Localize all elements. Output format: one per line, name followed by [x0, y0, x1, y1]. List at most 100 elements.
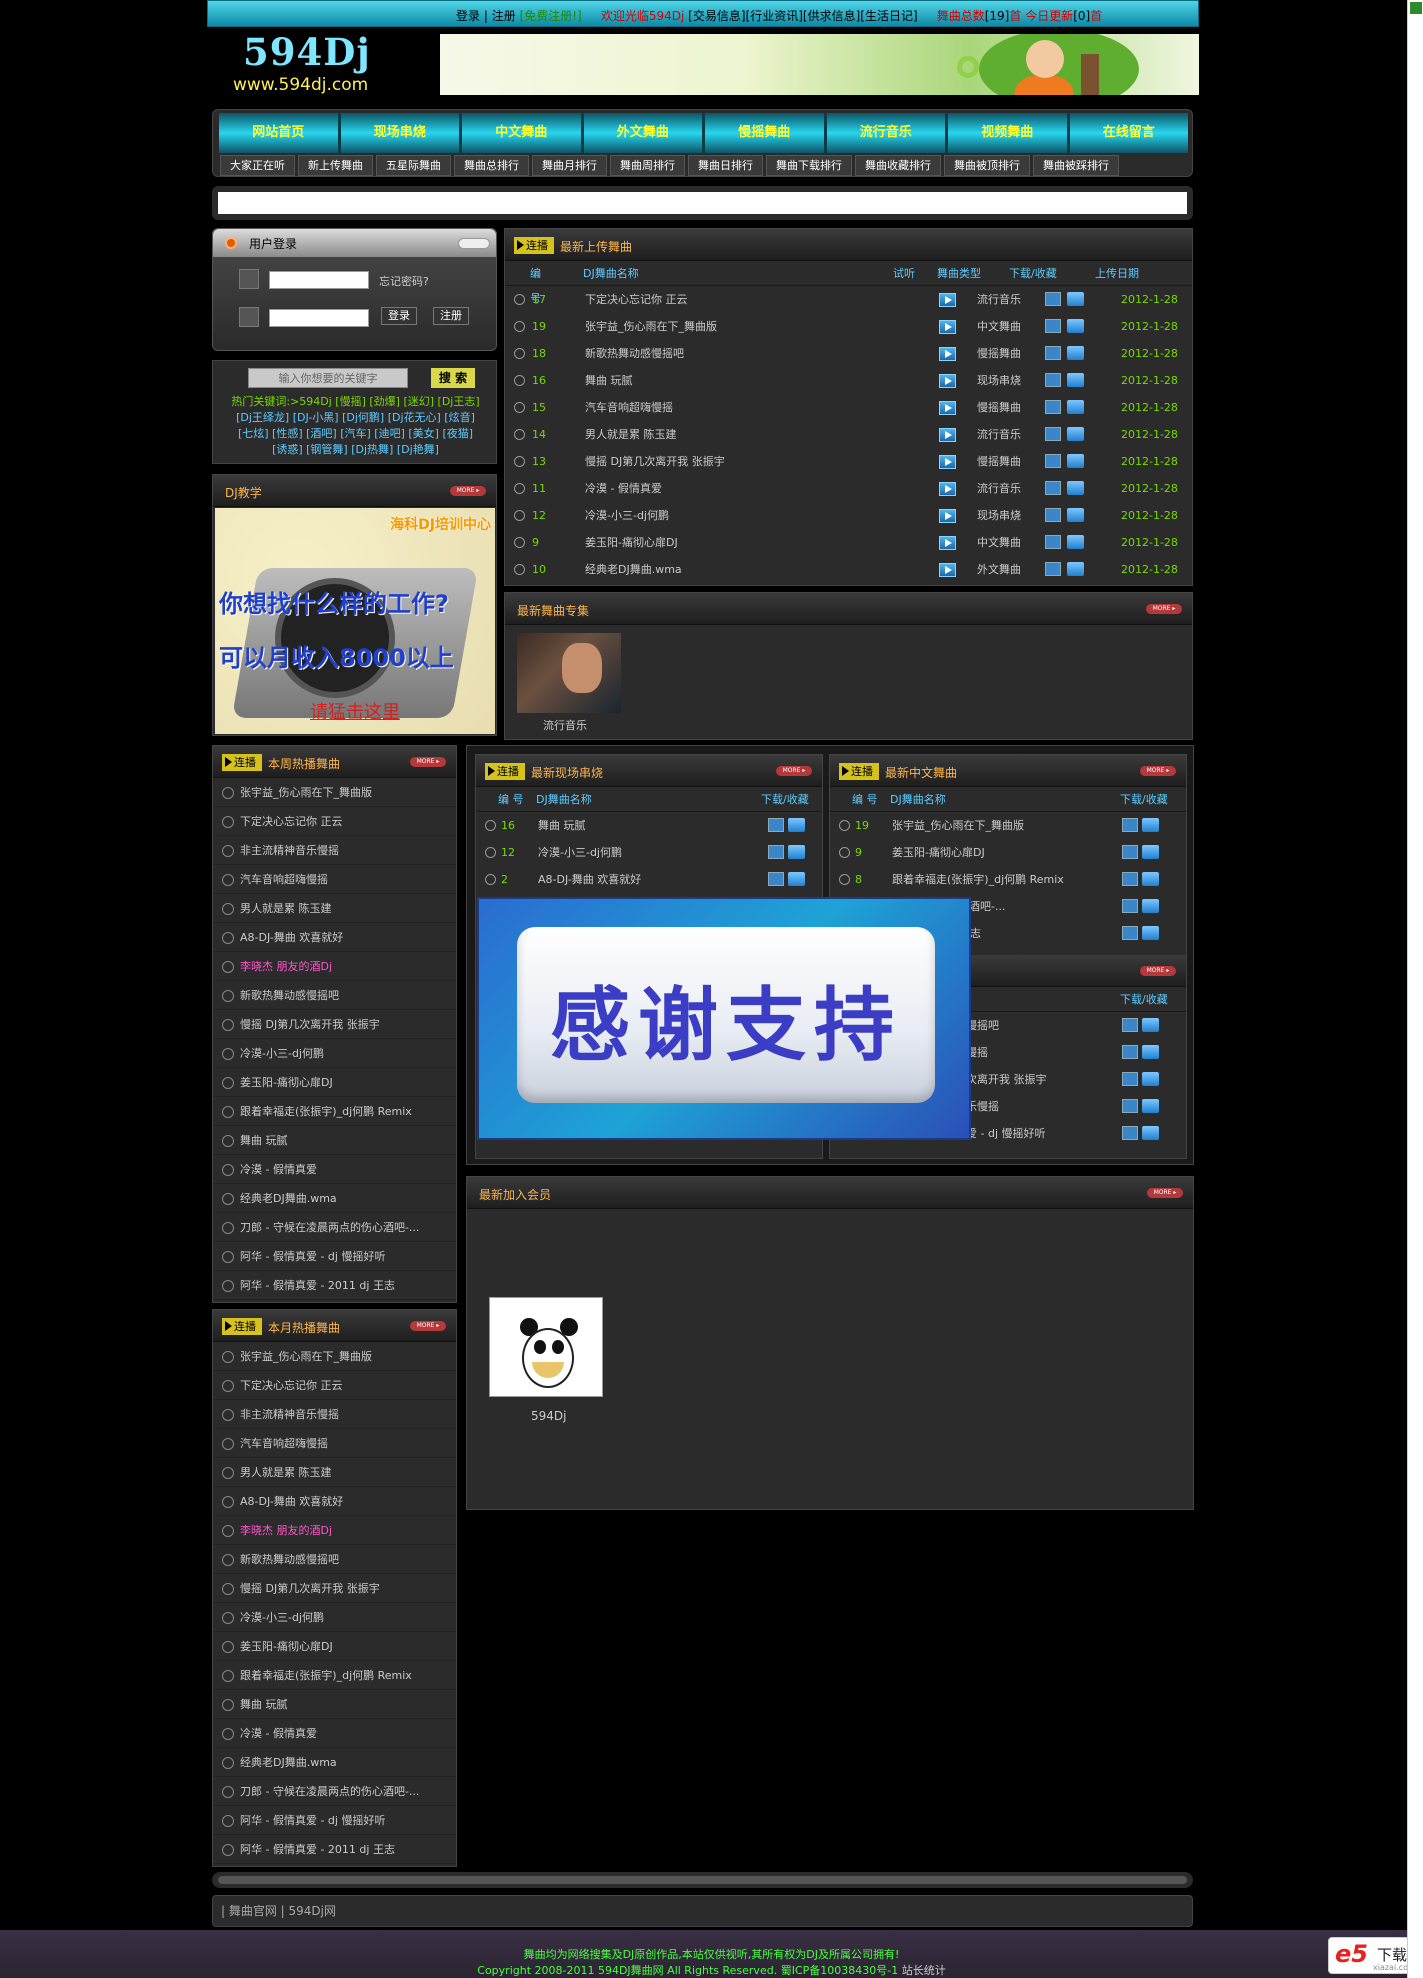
favorite-folder-icon[interactable]	[788, 845, 805, 859]
song-name[interactable]: 冷漠 - 假情真爱	[585, 475, 662, 502]
play-icon[interactable]	[939, 293, 956, 307]
subnav-item[interactable]: 舞曲被踩排行	[1033, 155, 1119, 176]
nav-item[interactable]: 中文舞曲	[462, 113, 584, 153]
download-icon[interactable]	[1122, 1099, 1138, 1113]
site-logo[interactable]: 594Dj www.594dj.com	[229, 30, 419, 100]
subnav-item[interactable]: 舞曲周排行	[610, 155, 685, 176]
training-ad[interactable]: 海科DJ培训中心 你想找什么样的工作? 可以月收入8000以上 请猛击这里	[215, 508, 495, 734]
favorite-folder-icon[interactable]	[1142, 872, 1159, 886]
download-icon[interactable]	[1045, 400, 1061, 414]
list-item[interactable]: 刀郎 - 守候在凌晨两点的伤心酒吧-...	[213, 1777, 456, 1806]
list-item[interactable]: 阿华 - 假情真爱 - dj 慢摇好听	[213, 1806, 456, 1835]
more-button[interactable]: MORE ▸	[1140, 766, 1176, 776]
play-all-button[interactable]: 连播	[222, 1318, 262, 1335]
subnav-item[interactable]: 舞曲日排行	[688, 155, 763, 176]
top-link-news[interactable]: [行业资讯]	[746, 9, 803, 23]
favorite-folder-icon[interactable]	[1142, 818, 1159, 832]
free-register-link[interactable]: [免费注册!]	[520, 9, 582, 23]
download-icon[interactable]	[1045, 535, 1061, 549]
song-name[interactable]: 爱 - dj 慢摇好听	[966, 1120, 1046, 1147]
list-item[interactable]: 汽车音响超嗨慢摇	[213, 865, 456, 894]
list-item[interactable]: 跟着幸福走(张振宇)_dj何鹏 Remix	[213, 1661, 456, 1690]
favorite-folder-icon[interactable]	[1142, 1045, 1159, 1059]
list-item[interactable]: 姜玉阳-痛彻心扉DJ	[213, 1068, 456, 1097]
favorite-folder-icon[interactable]	[1067, 427, 1084, 441]
subnav-item[interactable]: 舞曲总排行	[454, 155, 529, 176]
subnav-item[interactable]: 舞曲下载排行	[766, 155, 852, 176]
favorite-folder-icon[interactable]	[1067, 562, 1084, 576]
register-link[interactable]: 注册	[492, 9, 516, 23]
subnav-item[interactable]: 舞曲月排行	[532, 155, 607, 176]
list-item[interactable]: 舞曲 玩腻	[213, 1690, 456, 1719]
album-cover[interactable]	[517, 633, 621, 713]
login-link[interactable]: 登录	[456, 9, 480, 23]
friend-links[interactable]: | 舞曲官网 | 594Dj网	[212, 1895, 1193, 1927]
more-button[interactable]: MORE ▸	[1147, 1188, 1183, 1198]
list-item[interactable]: 冷漠-小三-dj何鹏	[213, 1603, 456, 1632]
song-name[interactable]: 冷漠-小三-dj何鹏	[538, 839, 622, 866]
list-item[interactable]: 阿华 - 假情真爱 - 2011 dj 王志	[213, 1835, 456, 1864]
song-name[interactable]: 张宇益_伤心雨在下_舞曲版	[892, 812, 1024, 839]
list-item[interactable]: 阿华 - 假情真爱 - 2011 dj 王志	[213, 1271, 456, 1300]
nav-item[interactable]: 流行音乐	[827, 113, 948, 153]
subnav-item[interactable]: 舞曲被顶排行	[944, 155, 1030, 176]
stats-link[interactable]: 站长统计	[902, 1964, 946, 1977]
favorite-folder-icon[interactable]	[1067, 481, 1084, 495]
favorite-folder-icon[interactable]	[1142, 899, 1159, 913]
download-icon[interactable]	[1045, 481, 1061, 495]
list-item[interactable]: 汽车音响超嗨慢摇	[213, 1429, 456, 1458]
list-item[interactable]: 新歌热舞动感慢摇吧	[213, 1545, 456, 1574]
favorite-folder-icon[interactable]	[1067, 292, 1084, 306]
favorite-folder-icon[interactable]	[1067, 319, 1084, 333]
search-input[interactable]: 输入你想要的关键字	[248, 368, 408, 388]
song-name[interactable]: 姜玉阳-痛彻心扉DJ	[892, 839, 985, 866]
favorite-folder-icon[interactable]	[1142, 1126, 1159, 1140]
favorite-folder-icon[interactable]	[1067, 400, 1084, 414]
favorite-folder-icon[interactable]	[788, 818, 805, 832]
list-item[interactable]: 李晓杰 朋友的酒Dj	[213, 952, 456, 981]
play-icon[interactable]	[939, 320, 956, 334]
play-all-button[interactable]: 连播	[485, 763, 525, 780]
top-link-trade[interactable]: [交易信息]	[688, 9, 745, 23]
nav-item[interactable]: 视频舞曲	[948, 113, 1070, 153]
member-avatar[interactable]	[489, 1297, 603, 1397]
favorite-folder-icon[interactable]	[1067, 346, 1084, 360]
song-name[interactable]: 新歌热舞动感慢摇吧	[585, 340, 684, 367]
download-icon[interactable]	[1122, 1045, 1138, 1059]
download-icon[interactable]	[1045, 373, 1061, 387]
download-icon[interactable]	[1045, 508, 1061, 522]
download-icon[interactable]	[1122, 845, 1138, 859]
page-scrollbar[interactable]	[1407, 0, 1423, 1978]
nav-item[interactable]: 外文舞曲	[584, 113, 705, 153]
password-input[interactable]	[269, 309, 369, 327]
download-icon[interactable]	[1045, 292, 1061, 306]
top-link-diary[interactable]: [生活日记]	[860, 9, 917, 23]
play-icon[interactable]	[939, 563, 956, 577]
download-icon[interactable]	[1045, 454, 1061, 468]
favorite-folder-icon[interactable]	[1142, 1018, 1159, 1032]
list-item[interactable]: 经典老DJ舞曲.wma	[213, 1748, 456, 1777]
list-item[interactable]: 非主流精神音乐慢摇	[213, 836, 456, 865]
song-name[interactable]: 慢摇 DJ第几次离开我 张振宇	[585, 448, 725, 475]
register-button[interactable]: 注册	[433, 307, 469, 325]
list-item[interactable]: 新歌热舞动感慢摇吧	[213, 981, 456, 1010]
subnav-item[interactable]: 新上传舞曲	[298, 155, 373, 176]
play-all-button[interactable]: 连播	[839, 763, 879, 780]
download-icon[interactable]	[1122, 1126, 1138, 1140]
ad-click-link[interactable]: 请猛击这里	[310, 698, 400, 724]
song-name[interactable]: 跟着幸福走(张振宇)_dj何鹏 Remix	[892, 866, 1064, 893]
song-name[interactable]: 冷漠-小三-dj何鹏	[585, 502, 669, 529]
download-icon[interactable]	[1122, 1018, 1138, 1032]
subnav-item[interactable]: 五星际舞曲	[376, 155, 451, 176]
member-name[interactable]: 594Dj	[531, 1409, 566, 1423]
favorite-folder-icon[interactable]	[1142, 845, 1159, 859]
download-icon[interactable]	[768, 872, 784, 886]
nav-item[interactable]: 慢摇舞曲	[705, 113, 827, 153]
subnav-item[interactable]: 舞曲收藏排行	[855, 155, 941, 176]
list-item[interactable]: A8-DJ-舞曲 欢喜就好	[213, 1487, 456, 1516]
list-item[interactable]: 慢摇 DJ第几次离开我 张振宇	[213, 1010, 456, 1039]
list-item[interactable]: 张宇益_伤心雨在下_舞曲版	[213, 1342, 456, 1371]
search-button[interactable]: 搜 索	[431, 368, 475, 388]
favorite-folder-icon[interactable]	[1067, 508, 1084, 522]
list-item[interactable]: 张宇益_伤心雨在下_舞曲版	[213, 778, 456, 807]
